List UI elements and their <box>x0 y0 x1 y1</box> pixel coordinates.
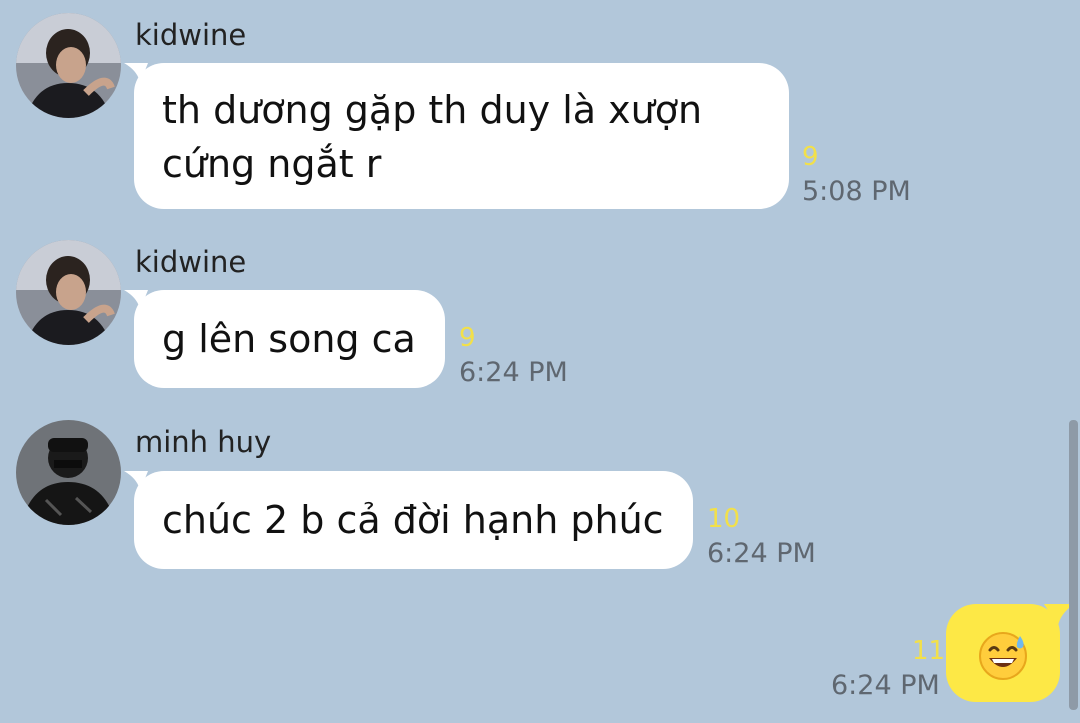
message-timestamp: 6:24 PM <box>831 670 940 701</box>
scrollbar[interactable] <box>1069 420 1078 710</box>
unread-count: 9 <box>459 323 476 353</box>
bubble-tail <box>124 63 148 83</box>
message-text-line: th dương gặp th duy là xượn <box>162 88 703 132</box>
unread-count: 11 <box>912 636 946 666</box>
bubble-tail <box>124 471 148 491</box>
avatar[interactable] <box>16 420 121 525</box>
sender-name: minh huy <box>135 425 272 459</box>
unread-count: 9 <box>802 142 819 172</box>
sender-name: kidwine <box>135 245 247 279</box>
avatar[interactable] <box>16 13 121 118</box>
message-timestamp: 6:24 PM <box>459 357 568 388</box>
message-bubble[interactable]: g lên song ca <box>124 290 445 388</box>
smiling-face-with-sweat-icon <box>979 632 1027 680</box>
message-text-line: cứng ngắt r <box>162 142 382 186</box>
chat-view: kidwine th dương gặp th duy là xượn cứng… <box>0 0 1080 723</box>
avatar[interactable] <box>16 240 121 345</box>
sender-name: kidwine <box>135 18 247 52</box>
unread-count: 10 <box>707 504 741 534</box>
message-timestamp: 6:24 PM <box>707 538 816 569</box>
bubble-tail <box>124 290 148 310</box>
message-bubble[interactable]: chúc 2 b cả đời hạnh phúc <box>124 471 693 569</box>
message-text-line: g lên song ca <box>162 317 416 361</box>
message-timestamp: 5:08 PM <box>802 176 911 207</box>
message-text-line: chúc 2 b cả đời hạnh phúc <box>162 498 664 542</box>
message-bubble[interactable]: th dương gặp th duy là xượn cứng ngắt r <box>124 63 789 209</box>
